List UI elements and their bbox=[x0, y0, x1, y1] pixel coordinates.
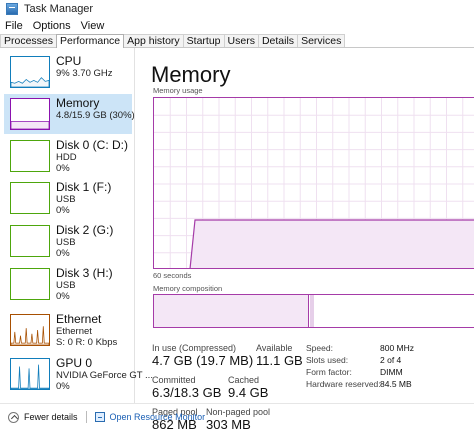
gpu-thumbnail-graph bbox=[10, 358, 50, 390]
sidebar-item-detail: 0% bbox=[56, 291, 70, 302]
composition-standby-segment bbox=[314, 295, 474, 327]
tab-startup[interactable]: Startup bbox=[182, 34, 225, 47]
disk-3-thumbnail-graph bbox=[10, 268, 50, 300]
sidebar-item-disk-0[interactable]: Disk 0 (C: D:) HDD 0% bbox=[4, 136, 132, 176]
memory-usage-area bbox=[190, 220, 474, 268]
menu-view[interactable]: View bbox=[76, 20, 110, 32]
hardware-reserved-value: 84.5 MB bbox=[380, 379, 412, 389]
memory-thumbnail-graph bbox=[10, 98, 50, 130]
available-label: Available bbox=[256, 343, 293, 353]
menu-options[interactable]: Options bbox=[28, 20, 76, 32]
in-use-value: 4.7 GB (19.7 MB) bbox=[152, 353, 254, 368]
tab-app-history[interactable]: App history bbox=[123, 34, 184, 47]
chevron-up-icon[interactable] bbox=[8, 411, 19, 423]
sidebar-item-disk-3[interactable]: Disk 3 (H:) USB 0% bbox=[4, 264, 132, 304]
memory-usage-graph bbox=[153, 97, 474, 269]
form-factor-label: Form factor: bbox=[306, 367, 352, 377]
slots-used-value: 2 of 4 bbox=[380, 355, 402, 365]
sidebar-item-detail: 0% bbox=[56, 205, 70, 216]
sidebar-item-disk-1[interactable]: Disk 1 (F:) USB 0% bbox=[4, 178, 132, 218]
sidebar-item-detail: USB bbox=[56, 280, 76, 291]
sidebar-item-detail: 0% bbox=[56, 163, 70, 174]
sidebar-item-detail: 0% bbox=[56, 248, 70, 259]
sidebar-item-title: Ethernet bbox=[56, 312, 102, 326]
hardware-reserved-label: Hardware reserved: bbox=[306, 379, 381, 389]
cpu-thumbnail-graph bbox=[10, 56, 50, 88]
footer-bar: Fewer details Open Resource Monitor bbox=[0, 403, 474, 430]
page-title: Memory bbox=[151, 62, 231, 87]
slots-used-label: Slots used: bbox=[306, 355, 349, 365]
composition-in-use-segment bbox=[154, 295, 309, 327]
menu-file[interactable]: File bbox=[0, 20, 28, 32]
menu-bar: File Options View bbox=[0, 18, 109, 34]
memory-composition-bar bbox=[153, 294, 474, 328]
time-axis-label: 60 seconds bbox=[153, 271, 192, 280]
fewer-details-button[interactable]: Fewer details bbox=[24, 412, 78, 422]
tab-users[interactable]: Users bbox=[223, 34, 259, 47]
sidebar-item-detail: USB bbox=[56, 194, 76, 205]
sidebar-item-disk-2[interactable]: Disk 2 (G:) USB 0% bbox=[4, 221, 132, 261]
cached-label: Cached bbox=[228, 375, 260, 385]
disk-2-thumbnail-graph bbox=[10, 225, 50, 257]
sidebar-item-detail: S: 0 R: 0 Kbps bbox=[56, 337, 118, 348]
sidebar-item-title: Disk 1 (F:) bbox=[56, 180, 112, 194]
resource-monitor-icon[interactable] bbox=[94, 412, 105, 422]
sidebar-item-detail: 9% 3.70 GHz bbox=[56, 68, 113, 79]
in-use-label: In use (Compressed) bbox=[152, 343, 237, 353]
footer-divider bbox=[85, 411, 87, 423]
sidebar-item-title: CPU bbox=[56, 54, 82, 68]
tab-details[interactable]: Details bbox=[257, 34, 299, 47]
sidebar-item-ethernet[interactable]: Ethernet Ethernet S: 0 R: 0 Kbps bbox=[4, 310, 132, 350]
window-title: Task Manager bbox=[24, 3, 94, 15]
task-manager-icon bbox=[6, 3, 18, 15]
speed-label: Speed: bbox=[306, 343, 333, 353]
sidebar-item-title: Disk 2 (G:) bbox=[56, 223, 114, 237]
tab-performance[interactable]: Performance bbox=[56, 34, 125, 48]
sidebar-item-memory[interactable]: Memory 4.8/15.9 GB (30%) bbox=[4, 94, 135, 134]
tab-processes[interactable]: Processes bbox=[0, 34, 58, 47]
disk-1-thumbnail-graph bbox=[10, 182, 50, 214]
sidebar-item-cpu[interactable]: CPU 9% 3.70 GHz bbox=[4, 52, 132, 92]
tab-strip: Processes Performance App history Startu… bbox=[0, 34, 474, 48]
ethernet-thumbnail-graph bbox=[10, 314, 50, 346]
resource-sidebar: CPU 9% 3.70 GHz Memory 4.8/15.9 GB (30%)… bbox=[0, 48, 153, 403]
sidebar-item-title: Disk 3 (H:) bbox=[56, 266, 113, 280]
tab-services[interactable]: Services bbox=[297, 34, 346, 47]
sidebar-item-detail: USB bbox=[56, 237, 76, 248]
open-resource-monitor-link[interactable]: Open Resource Monitor bbox=[110, 412, 206, 422]
sidebar-item-detail: Ethernet bbox=[56, 326, 92, 337]
committed-value: 6.3/18.3 GB bbox=[152, 385, 222, 400]
sidebar-item-gpu-0[interactable]: GPU 0 NVIDIA GeForce GT ... 0% bbox=[4, 354, 153, 394]
memory-usage-label: Memory usage bbox=[153, 86, 203, 95]
speed-value: 800 MHz bbox=[380, 343, 415, 353]
available-value: 11.1 GB bbox=[256, 353, 303, 368]
committed-label: Committed bbox=[152, 375, 196, 385]
sidebar-item-detail: 4.8/15.9 GB (30%) bbox=[56, 110, 135, 121]
form-factor-value: DIMM bbox=[380, 367, 403, 377]
memory-detail-panel: Memory Memory usage 60 seconds Memory co… bbox=[136, 48, 474, 430]
sidebar-item-title: Memory bbox=[56, 96, 100, 110]
disk-0-thumbnail-graph bbox=[10, 140, 50, 172]
cached-value: 9.4 GB bbox=[228, 385, 269, 400]
sidebar-item-title: Disk 0 (C: D:) bbox=[56, 138, 128, 152]
sidebar-item-detail: HDD bbox=[56, 152, 77, 163]
title-bar: Task Manager bbox=[0, 0, 474, 18]
memory-composition-label: Memory composition bbox=[153, 284, 223, 293]
